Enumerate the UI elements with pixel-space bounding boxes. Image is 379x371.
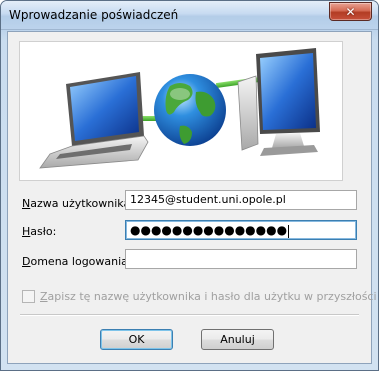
credentials-dialog: Wprowadzanie poświadczeń ✕ Nazwa użytkow… bbox=[0, 0, 379, 371]
network-illustration bbox=[39, 48, 320, 169]
dialog-content: Nazwa użytkownika: 12345@student.uni.opo… bbox=[7, 31, 377, 364]
password-mask: ●●●●●●●●●●●●●●● bbox=[130, 223, 288, 237]
remember-checkbox[interactable] bbox=[22, 290, 35, 303]
remember-label: Zapisz tę nazwę użytkownika i hasło dla … bbox=[40, 290, 377, 303]
password-label: Hasło: bbox=[22, 225, 57, 238]
username-field[interactable]: 12345@student.uni.opole.pl bbox=[125, 190, 357, 210]
ok-button[interactable]: OK bbox=[100, 329, 173, 350]
laptop-icon bbox=[39, 72, 149, 169]
title-bar[interactable]: Wprowadzanie poświadczeń ✕ bbox=[1, 1, 378, 30]
globe-icon bbox=[154, 74, 226, 146]
cancel-button[interactable]: Anuluj bbox=[201, 329, 274, 350]
password-field[interactable]: ●●●●●●●●●●●●●●● bbox=[125, 220, 357, 240]
text-caret bbox=[288, 224, 290, 238]
username-label: Nazwa użytkownika: bbox=[22, 197, 134, 210]
divider bbox=[20, 314, 359, 316]
close-icon: ✕ bbox=[345, 4, 356, 19]
domain-field[interactable] bbox=[125, 249, 357, 269]
desktop-computer-icon bbox=[237, 48, 320, 156]
close-button[interactable]: ✕ bbox=[329, 2, 372, 21]
window-title: Wprowadzanie poświadczeń bbox=[9, 8, 179, 22]
domain-label: Domena logowania: bbox=[22, 255, 132, 268]
network-banner bbox=[19, 41, 343, 181]
remember-option[interactable]: Zapisz tę nazwę użytkownika i hasło dla … bbox=[22, 290, 377, 303]
